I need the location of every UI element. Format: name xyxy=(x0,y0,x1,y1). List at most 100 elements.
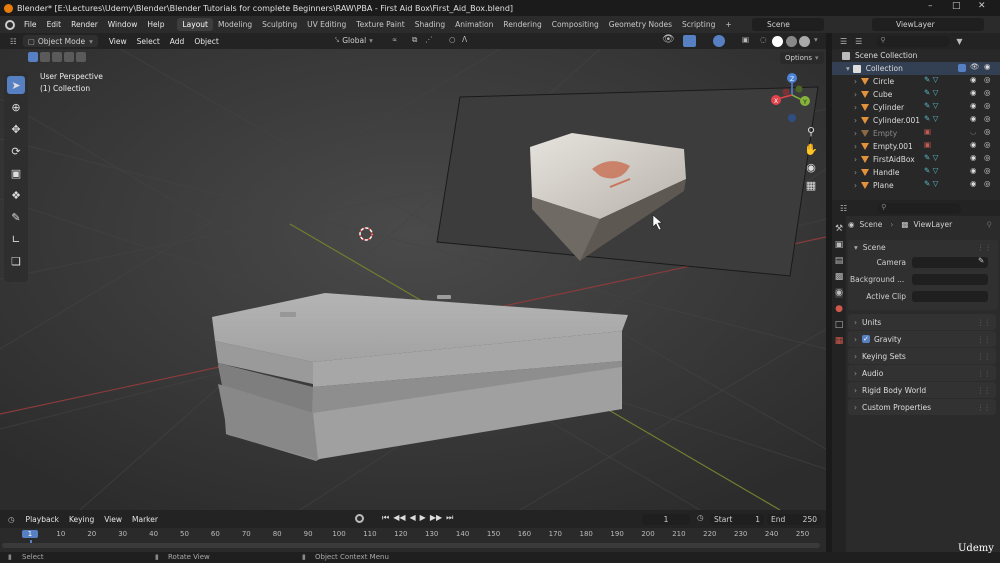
outliner-item-cylinder-001[interactable]: › Cylinder.001 ✎ ▽ ◉ ◎ xyxy=(832,114,1000,127)
select-invert-icon[interactable] xyxy=(64,52,74,62)
tab-sculpting[interactable]: Sculpting xyxy=(257,18,302,31)
render-camera-icon[interactable]: ◎ xyxy=(984,179,991,188)
drag-handle-icon[interactable]: ⋮⋮ xyxy=(977,369,991,378)
hide-eye-icon[interactable]: ◉ xyxy=(970,140,977,149)
drag-handle-icon[interactable]: ⋮⋮ xyxy=(977,352,991,361)
tab-scripting[interactable]: Scripting xyxy=(677,18,720,31)
collection-row[interactable]: ▾ Collection 👁 ◉ xyxy=(832,62,1000,75)
menu-edit[interactable]: Edit xyxy=(42,20,67,29)
chevron-right-icon[interactable]: › xyxy=(854,181,857,190)
gravity-checkbox[interactable]: ✓ xyxy=(862,335,870,343)
perspective-toggle-icon[interactable]: ▦ xyxy=(806,179,816,192)
view-layer-selector[interactable]: ViewLayer xyxy=(872,18,984,31)
render-camera-icon[interactable]: ◎ xyxy=(984,166,991,175)
menu-timeline-view[interactable]: View xyxy=(99,515,127,524)
tab-geometry-nodes[interactable]: Geometry Nodes xyxy=(604,18,677,31)
jump-end-icon[interactable]: ⏭ xyxy=(446,513,453,523)
hide-eye-icon[interactable]: ◉ xyxy=(970,153,977,162)
outliner-item-cube[interactable]: › Cube ✎ ▽ ◉ ◎ xyxy=(832,88,1000,101)
select-subtract-icon[interactable] xyxy=(52,52,62,62)
preview-range-icon[interactable]: ◷ xyxy=(697,513,704,522)
zoom-icon[interactable]: ⚲ xyxy=(807,125,815,138)
overlay-toggle-icon[interactable] xyxy=(713,35,725,47)
scale-tool-icon[interactable]: ▣ xyxy=(7,164,25,182)
drag-handle-icon[interactable]: ⋮⋮ xyxy=(977,386,991,395)
scene-tab-icon[interactable]: ◉ xyxy=(835,288,843,298)
add-cube-tool-icon[interactable]: ❏ xyxy=(7,252,25,270)
panel-gravity[interactable]: › ✓ Gravity ⋮⋮ xyxy=(848,331,996,347)
panel-custom-properties[interactable]: › Custom Properties ⋮⋮ xyxy=(848,399,996,415)
mesh-data-icon[interactable]: ✎ ▽ xyxy=(924,179,938,188)
drag-handle-icon[interactable]: ⋮⋮ xyxy=(977,318,991,327)
maximize-icon[interactable]: □ xyxy=(952,1,961,11)
outliner-search-input[interactable]: ⚲ xyxy=(876,35,951,47)
output-tab-icon[interactable]: ▤ xyxy=(835,256,844,266)
properties-search-input[interactable]: ⚲ xyxy=(877,202,962,214)
outliner-editor-icon[interactable]: ☰ xyxy=(840,37,847,46)
image-data-icon[interactable]: ▣ xyxy=(924,140,931,149)
select-new-icon[interactable] xyxy=(28,52,38,62)
tab-rendering[interactable]: Rendering xyxy=(498,18,546,31)
play-icon[interactable]: ▶ xyxy=(420,513,426,523)
neg-z-axis-handle[interactable] xyxy=(788,114,796,122)
editor-type-icon[interactable]: ☷ xyxy=(10,37,17,46)
cursor-tool-icon[interactable]: ⊕ xyxy=(7,98,25,116)
pin-icon[interactable]: ⚲ xyxy=(987,220,993,229)
orientation-dropdown[interactable]: ⤥ Global ▾ xyxy=(335,35,373,45)
next-keyframe-icon[interactable]: ▶▶ xyxy=(430,513,442,523)
gizmo-toggle-icon[interactable] xyxy=(683,35,696,47)
drag-handle-icon[interactable]: ⋮⋮ xyxy=(977,335,991,344)
hide-eye-icon[interactable]: ◉ xyxy=(970,88,977,97)
playhead-frame[interactable]: 1 xyxy=(22,530,38,538)
view-layer-tab-icon[interactable]: ▩ xyxy=(835,272,844,282)
rotate-tool-icon[interactable]: ⟳ xyxy=(7,142,25,160)
current-frame-field[interactable]: 1 xyxy=(642,514,690,525)
menu-help[interactable]: Help xyxy=(142,20,169,29)
start-frame-field[interactable]: Start 1 xyxy=(710,514,764,525)
timeline-track[interactable]: 1 10 20 30 40 50 60 70 80 90 100 110 120 130 140 150 160… xyxy=(0,528,826,552)
options-dropdown[interactable]: Options ▾ xyxy=(780,52,824,64)
chevron-right-icon[interactable]: › xyxy=(854,129,857,138)
select-extend-icon[interactable] xyxy=(40,52,50,62)
hide-eye-icon[interactable]: ◉ xyxy=(970,101,977,110)
prev-keyframe-icon[interactable]: ◀◀ xyxy=(393,513,405,523)
shading-options-icon[interactable]: ▾ xyxy=(814,35,818,44)
rendered-shading-icon[interactable] xyxy=(799,36,810,47)
camera-field[interactable] xyxy=(912,257,988,268)
render-camera-icon[interactable]: ◎ xyxy=(984,114,991,123)
scene-selector[interactable]: Scene xyxy=(752,18,824,31)
image-data-icon[interactable]: ▣ xyxy=(924,127,931,136)
panel-units[interactable]: › Units ⋮⋮ xyxy=(848,314,996,330)
visibility-icon[interactable]: 👁 xyxy=(662,34,675,45)
wireframe-shading-icon[interactable]: ◌ xyxy=(760,35,767,44)
tab-modeling[interactable]: Modeling xyxy=(213,18,257,31)
neg-x-axis-handle[interactable] xyxy=(782,88,790,96)
menu-object[interactable]: Object xyxy=(189,37,223,46)
render-camera-icon[interactable]: ◎ xyxy=(984,153,991,162)
tab-animation[interactable]: Animation xyxy=(450,18,498,31)
pan-hand-icon[interactable]: ✋ xyxy=(804,143,818,156)
transform-tool-icon[interactable]: ❖ xyxy=(7,186,25,204)
chevron-right-icon[interactable]: › xyxy=(854,155,857,164)
render-camera-icon[interactable]: ◎ xyxy=(984,140,991,149)
drag-handle-icon[interactable]: ⋮⋮ xyxy=(977,243,992,252)
scene-panel-header[interactable]: ▾ Scene ⋮⋮ xyxy=(848,240,998,255)
menu-add[interactable]: Add xyxy=(165,37,190,46)
hide-eye-icon[interactable]: 👁 xyxy=(970,62,980,71)
scene-collection-row[interactable]: Scene Collection xyxy=(832,49,1000,62)
outliner-item-circle[interactable]: › Circle ✎ ▽ ◉ ◎ xyxy=(832,75,1000,88)
menu-render[interactable]: Render xyxy=(66,20,103,29)
jump-start-icon[interactable]: ⏮ xyxy=(382,513,389,523)
drag-handle-icon[interactable]: ⋮⋮ xyxy=(977,403,991,412)
select-box-tool-icon[interactable]: ➤ xyxy=(7,76,25,94)
mode-dropdown[interactable]: ▢ Object Mode ▾ xyxy=(22,35,98,47)
end-frame-field[interactable]: End 250 xyxy=(767,514,821,525)
mesh-data-icon[interactable]: ✎ ▽ xyxy=(924,114,938,123)
panel-rigid-body-world[interactable]: › Rigid Body World ⋮⋮ xyxy=(848,382,996,398)
3d-viewport[interactable]: Z X Y User Perspective (1) Collection Op… xyxy=(0,49,826,510)
outliner-item-cylinder[interactable]: › Cylinder ✎ ▽ ◉ ◎ xyxy=(832,101,1000,114)
eyedropper-icon[interactable]: ✎ xyxy=(978,256,984,265)
chevron-right-icon[interactable]: › xyxy=(854,103,857,112)
minimize-icon[interactable]: – xyxy=(928,1,933,11)
snap-icon[interactable]: ⧉ xyxy=(412,35,417,45)
